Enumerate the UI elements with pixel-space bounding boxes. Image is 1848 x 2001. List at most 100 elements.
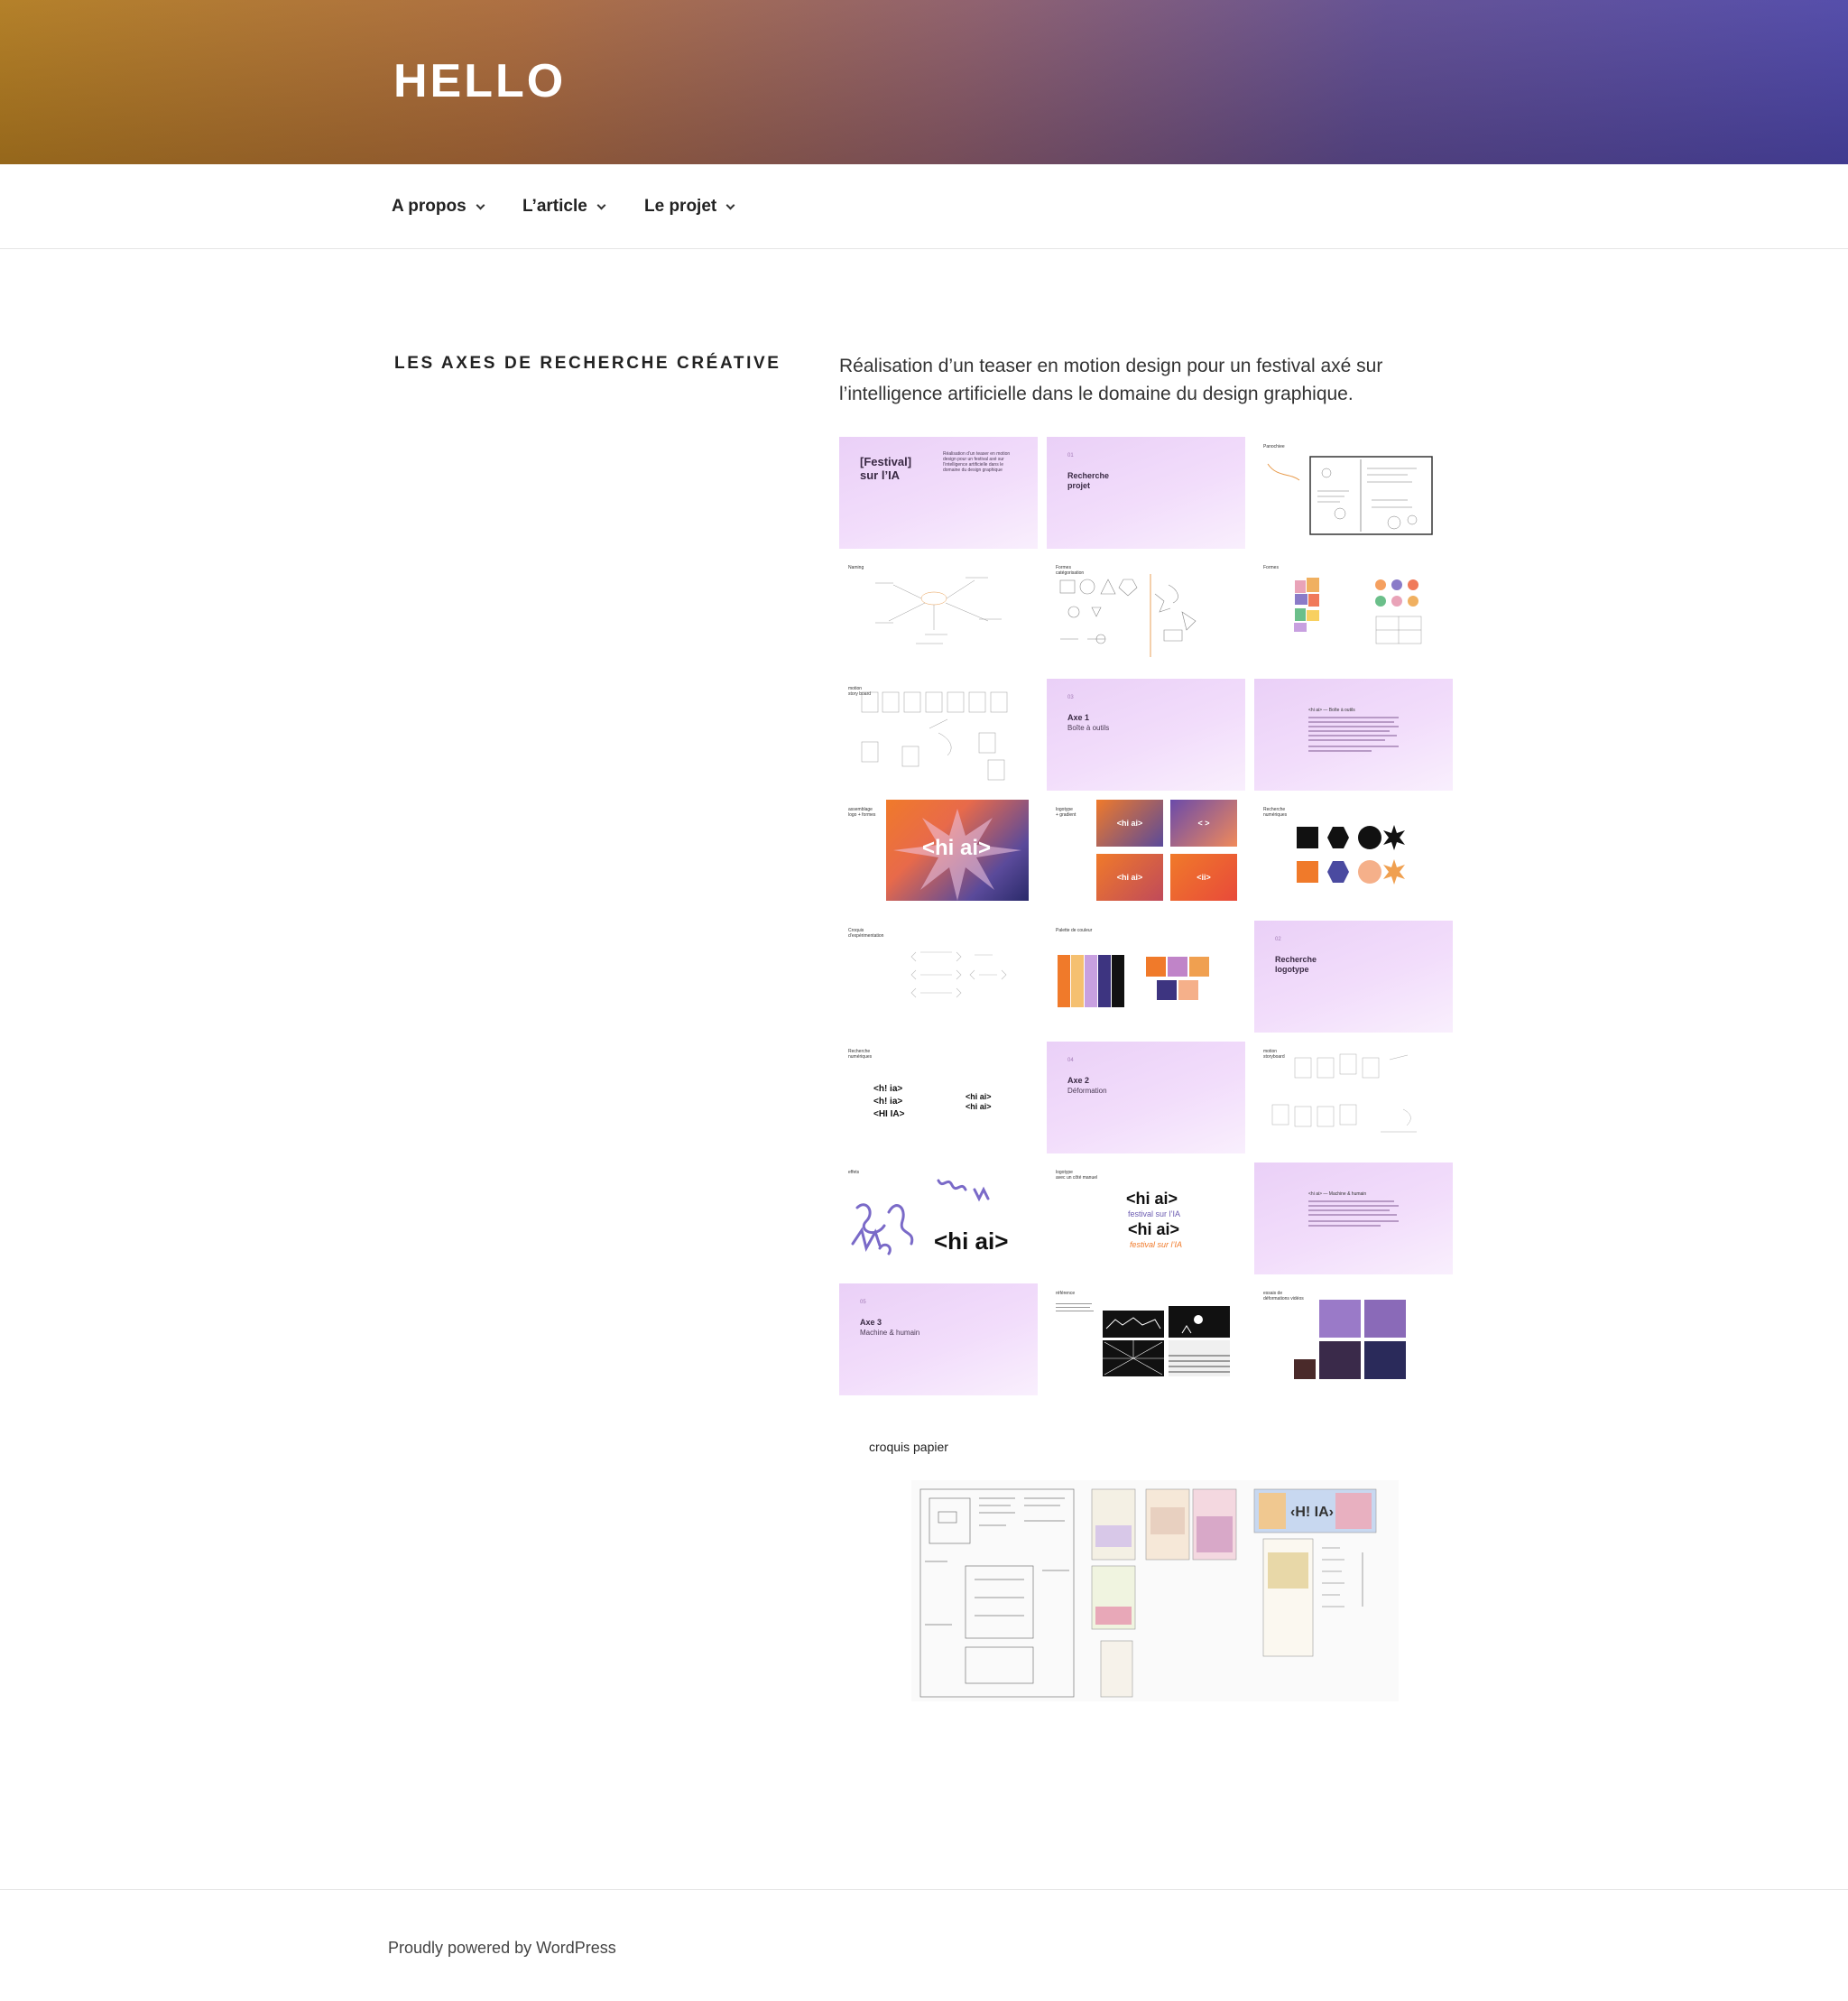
- slide-number: 05: [860, 1300, 866, 1305]
- text-line: [1308, 1220, 1399, 1222]
- text-line: [1308, 1200, 1394, 1202]
- text-line: [1308, 717, 1399, 718]
- logo-tile: <hi ai>: [1096, 800, 1163, 847]
- scribble-effects: [851, 1179, 990, 1255]
- text-line: [1308, 735, 1397, 736]
- gallery-slide-effets[interactable]: effets <hi ai>: [839, 1163, 1038, 1274]
- gallery-slide-logotype-manuel[interactable]: logotype avec un côté manuel <hi ai> fes…: [1047, 1163, 1245, 1274]
- shapes-sketch: [1059, 574, 1197, 657]
- text-line: [1308, 1205, 1399, 1207]
- paper-sketches: ‹H! IA›: [919, 1488, 1377, 1698]
- gallery-slide-logotype-gradient[interactable]: logotype + gradient <hi ai> < > <hi ai> …: [1047, 800, 1245, 912]
- logo-variant: <h! ia>: [873, 1097, 903, 1107]
- storyboard-sketch: [1271, 1053, 1417, 1133]
- colored-shapes: [1294, 578, 1422, 644]
- site-title[interactable]: HELLO: [393, 54, 566, 108]
- text-line: [1308, 1214, 1397, 1216]
- logo-variant: <hi ai>: [966, 1092, 992, 1101]
- logo-tile: < >: [1170, 800, 1237, 847]
- text-line: [1308, 730, 1390, 732]
- logo-tile: <ii>: [1170, 854, 1237, 901]
- logo-variant: <hi ai>: [966, 1102, 992, 1111]
- chevron-down-icon: [476, 200, 485, 209]
- text-line: [1308, 721, 1394, 723]
- text-line: [1308, 750, 1372, 752]
- gallery-slide-axe-2[interactable]: 04 Axe 2 Déformation: [1047, 1042, 1245, 1153]
- gallery-slide-palette-couleur[interactable]: Palette de couleur: [1047, 921, 1245, 1033]
- nav-item-a-propos[interactable]: A propos: [392, 197, 485, 217]
- gallery-slide-motion-storyboard[interactable]: motion story board: [839, 679, 1038, 791]
- numeric-shapes: [1297, 825, 1405, 885]
- footer-divider: [0, 1889, 1848, 1890]
- slide-title: Axe 1: [1067, 713, 1090, 722]
- logo-variants-right: <hi ai> <hi ai>: [966, 1092, 992, 1112]
- intro-paragraph: Réalisation d’un teaser en motion design…: [839, 356, 1383, 404]
- logo-tagline: festival sur l’IA: [1130, 1240, 1183, 1249]
- logo-tagline: festival sur l’IA: [1128, 1209, 1181, 1218]
- gallery-slide-deformations-videos[interactable]: essais de déformations vidéos: [1254, 1283, 1453, 1395]
- gallery-slide-axe-3[interactable]: 05 Axe 3 Machine & humain: [839, 1283, 1038, 1395]
- storyboard-sketch: [861, 691, 1008, 781]
- nav-item-larticle[interactable]: L’article: [522, 197, 606, 217]
- logo-variant: <HI IA>: [873, 1109, 905, 1119]
- main-navigation: A propos L’article Le projet: [0, 164, 1848, 249]
- nav-item-label: L’article: [522, 197, 587, 216]
- gallery-slide-boite-a-outils-text[interactable]: <hi ai> — Boîte à outils: [1254, 679, 1453, 791]
- slide-label: <hi ai> — Boîte à outils: [1308, 708, 1355, 713]
- slide-label: Recherche numériques: [848, 1049, 873, 1060]
- slide-number: 01: [1067, 453, 1074, 459]
- slide-title: Axe 2: [1067, 1076, 1090, 1085]
- slide-description: Réalisation d’un teaser en motion design…: [943, 451, 1011, 473]
- gallery-slide-formes-categorisation[interactable]: Formes catégorisation: [1047, 558, 1245, 670]
- slide-subtitle: Déformation: [1067, 1087, 1107, 1095]
- video-deformation-frames: [1294, 1300, 1406, 1379]
- text-line: [1308, 726, 1399, 727]
- nav-item-le-projet[interactable]: Le projet: [644, 197, 735, 217]
- gallery-slide-motion-storyboard-2[interactable]: motion storyboard: [1254, 1042, 1453, 1153]
- gallery-slide-formes[interactable]: Formes: [1254, 558, 1453, 670]
- logo-text: <hi ai>: [1128, 1220, 1180, 1238]
- sketch-drawing: [1267, 456, 1433, 535]
- gallery-slide-machine-humain-text[interactable]: <hi ai> — Machine & humain: [1254, 1163, 1453, 1274]
- sketch-logos: [910, 951, 1007, 998]
- slide-label: logotype + gradient: [1056, 807, 1076, 818]
- logo-tile: <hi ai>: [1096, 854, 1163, 901]
- gallery-slide-festival[interactable]: [Festival] sur l’IA Réalisation d’un tea…: [839, 437, 1038, 549]
- slide-title: Axe 3: [860, 1318, 882, 1327]
- text-line: [1308, 1225, 1381, 1227]
- gallery-slide-sketch-notes[interactable]: Panochiee: [1254, 437, 1453, 549]
- slide-label: logotype avec un côté manuel: [1056, 1170, 1098, 1181]
- gallery-slide-recherche-projet[interactable]: 01 Recherche projet: [1047, 437, 1245, 549]
- slide-title: Recherche projet: [1067, 471, 1110, 490]
- slide-subtitle: Machine & humain: [860, 1329, 920, 1337]
- mindmap-sketch: [875, 577, 1002, 644]
- text-line: [1308, 746, 1399, 747]
- gradient-artwork: <hi ai>: [886, 800, 1029, 901]
- reference-images: [1103, 1306, 1230, 1376]
- chevron-down-icon: [596, 200, 606, 209]
- chevron-down-icon: [725, 200, 735, 209]
- slide-title: [Festival] sur l’IA: [860, 455, 912, 482]
- logo-variant: <h! ia>: [873, 1084, 903, 1094]
- gallery-slide-naming[interactable]: Naming: [839, 558, 1038, 670]
- site-header: HELLO: [0, 0, 1848, 164]
- slide-subtitle: Boîte à outils: [1067, 724, 1110, 732]
- slide-number: 03: [1067, 695, 1074, 700]
- gallery-slide-reference[interactable]: référence: [1047, 1283, 1245, 1395]
- gallery-slide-croquis-experimentation[interactable]: Croquis d’expérimentation: [839, 921, 1038, 1033]
- gallery-slide-recherche-logotype[interactable]: 02 Recherche logotype: [1254, 921, 1453, 1033]
- slide-number: 02: [1275, 937, 1281, 942]
- logo-text: <hi ai>: [934, 1227, 1009, 1255]
- croquis-papier-image[interactable]: ‹H! IA›: [911, 1480, 1399, 1701]
- svg-text:‹H! IA›: ‹H! IA›: [1290, 1505, 1334, 1520]
- page-title: LES AXES DE RECHERCHE CRÉATIVE: [394, 354, 781, 373]
- gallery-slide-recherche-numeriques-shapes[interactable]: Recherche numériques: [1254, 800, 1453, 912]
- gallery-slide-recherche-numeriques-logos[interactable]: Recherche numériques <h! ia> <h! ia> <HI…: [839, 1042, 1038, 1153]
- croquis-label: croquis papier: [869, 1440, 948, 1454]
- footer-credit-link[interactable]: Proudly powered by WordPress: [388, 1939, 616, 1958]
- gallery-slide-axe-1[interactable]: 03 Axe 1 Boîte à outils: [1047, 679, 1245, 791]
- slide-number: 04: [1067, 1058, 1074, 1063]
- nav-item-label: A propos: [392, 197, 467, 216]
- text-line: [1308, 1209, 1390, 1211]
- gallery-slide-assemblage-logo[interactable]: assemblage logo + formes <hi ai>: [839, 800, 1038, 912]
